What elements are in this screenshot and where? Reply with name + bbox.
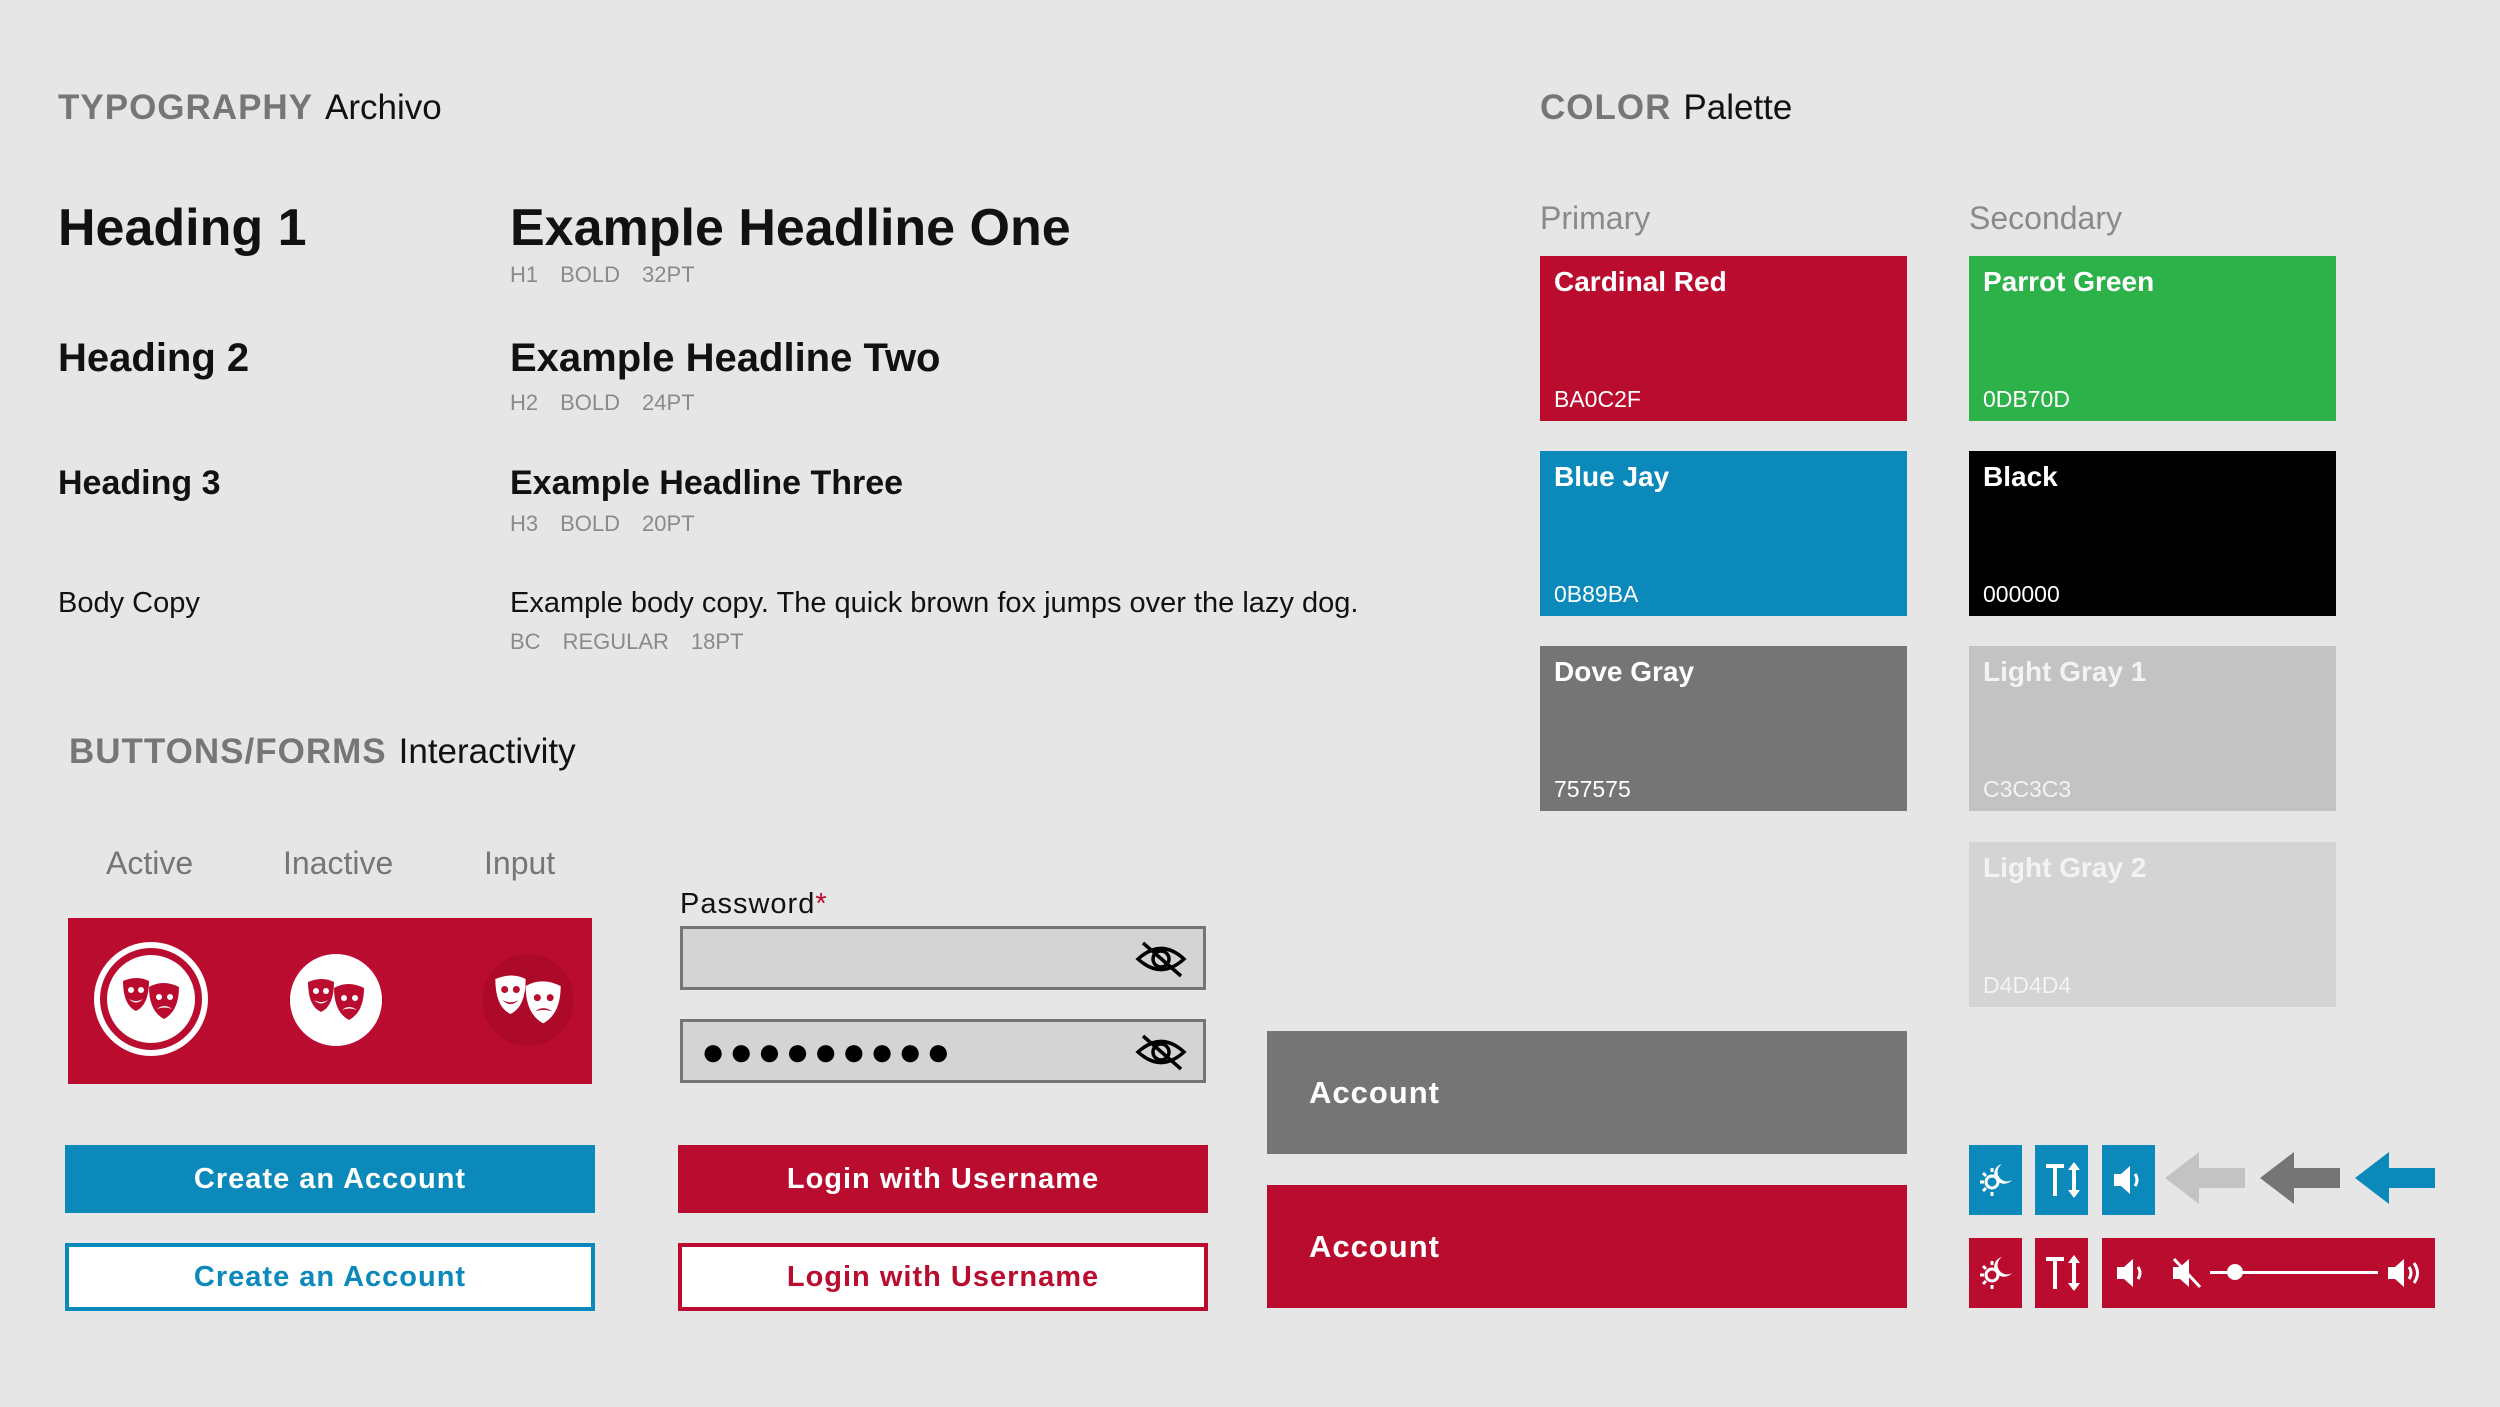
meta-size: 20PT [642, 511, 695, 536]
password-field-empty[interactable] [680, 926, 1206, 990]
mute-icon[interactable] [2166, 1251, 2210, 1295]
swatch-parrot-green: Parrot Green 0DB70D [1969, 256, 2336, 421]
account-button-gray[interactable]: Account [1267, 1031, 1907, 1154]
secondary-heading: Secondary [1969, 200, 2122, 236]
meta-tag: H3 [510, 511, 539, 536]
heading-2-label: Heading 2 [58, 336, 250, 380]
state-label-input: Input [484, 845, 556, 881]
section-value: Interactivity [398, 732, 576, 771]
create-account-outline-button[interactable]: Create an Account [65, 1243, 595, 1311]
swatch-light-gray-1: Light Gray 1 C3C3C3 [1969, 646, 2336, 811]
swatch-hex: 757575 [1554, 776, 1631, 802]
example-body-copy: Example body copy. The quick brown fox j… [510, 587, 1359, 619]
swatch-cardinal-red: Cardinal Red BA0C2F [1540, 256, 1907, 421]
arrow-left-dark-icon[interactable] [2258, 1148, 2341, 1208]
state-label-inactive: Inactive [283, 845, 394, 881]
typography-section-title: TYPOGRAPHY Archivo [58, 88, 442, 128]
section-key: COLOR [1540, 88, 1672, 127]
swatch-name: Blue Jay [1554, 461, 1670, 492]
meta-tag: BC [510, 629, 541, 654]
volume-slider-knob[interactable] [2227, 1264, 2244, 1280]
eye-slash-icon[interactable] [1135, 940, 1187, 978]
theater-masks-icon [308, 979, 364, 1020]
account-button-red[interactable]: Account [1267, 1185, 1907, 1308]
theater-button-inactive[interactable] [290, 954, 382, 1046]
example-headline-two: Example Headline Two [510, 336, 941, 380]
arrow-left-light-icon[interactable] [2163, 1148, 2246, 1208]
login-username-outline-button[interactable]: Login with Username [678, 1243, 1208, 1311]
primary-heading: Primary [1540, 200, 1651, 236]
swatch-hex: 0B89BA [1554, 581, 1639, 607]
password-label: Password* [680, 888, 828, 921]
theme-toggle-icon[interactable] [1969, 1145, 2022, 1215]
password-label-text: Password [680, 888, 816, 920]
meta-size: 32PT [642, 262, 695, 287]
meta-tag: H1 [510, 262, 539, 287]
theater-masks-icon [495, 975, 561, 1024]
heading-1-label: Heading 1 [58, 199, 307, 257]
eye-slash-icon[interactable] [1135, 1033, 1187, 1071]
section-key: TYPOGRAPHY [58, 88, 314, 127]
swatch-name: Light Gray 1 [1983, 656, 2147, 687]
swatch-hex: D4D4D4 [1983, 972, 2072, 998]
theme-toggle-icon[interactable] [1969, 1238, 2022, 1308]
heading-1-meta: H1 BOLD 32PT [510, 262, 717, 288]
password-value: ●●●●●●●●● [701, 1030, 955, 1074]
swatch-name: Light Gray 2 [1983, 852, 2147, 883]
heading-2-meta: H2 BOLD 24PT [510, 390, 717, 416]
login-username-button[interactable]: Login with Username [678, 1145, 1208, 1213]
section-key: BUTTONS/FORMS [69, 732, 387, 771]
volume-control [2102, 1238, 2435, 1308]
example-headline-three: Example Headline Three [510, 464, 904, 502]
meta-weight: REGULAR [562, 629, 669, 654]
text-size-icon[interactable] [2035, 1238, 2088, 1308]
required-mark: * [815, 888, 828, 920]
swatch-hex: 000000 [1983, 581, 2060, 607]
meta-tag: H2 [510, 390, 539, 415]
swatch-blue-jay: Blue Jay 0B89BA [1540, 451, 1907, 616]
theater-button-panel [68, 918, 592, 1084]
swatch-name: Cardinal Red [1554, 266, 1727, 297]
buttons-forms-section-title: BUTTONS/FORMS Interactivity [69, 732, 576, 772]
state-label-active: Active [106, 845, 194, 881]
swatch-hex: C3C3C3 [1983, 776, 2072, 802]
swatch-name: Dove Gray [1554, 656, 1695, 687]
color-section-title: COLOR Palette [1540, 88, 1792, 128]
swatch-dove-gray: Dove Gray 757575 [1540, 646, 1907, 811]
text-size-icon[interactable] [2035, 1145, 2088, 1215]
theater-button-input[interactable] [482, 954, 574, 1046]
theater-button-active[interactable] [94, 942, 208, 1056]
section-value: Palette [1683, 88, 1793, 127]
swatch-hex: BA0C2F [1554, 386, 1641, 412]
swatch-name: Parrot Green [1983, 266, 2155, 297]
create-account-button[interactable]: Create an Account [65, 1145, 595, 1213]
speaker-icon[interactable] [2110, 1251, 2154, 1295]
body-copy-label: Body Copy [58, 587, 200, 619]
heading-3-label: Heading 3 [58, 464, 221, 502]
theater-masks-icon [107, 955, 195, 1043]
meta-size: 24PT [642, 390, 695, 415]
example-headline-one: Example Headline One [510, 199, 1071, 257]
meta-weight: BOLD [560, 262, 621, 287]
section-value: Archivo [325, 88, 442, 127]
password-field-filled[interactable]: ●●●●●●●●● [680, 1019, 1206, 1083]
body-copy-meta: BC REGULAR 18PT [510, 629, 766, 655]
meta-weight: BOLD [560, 390, 621, 415]
meta-size: 18PT [690, 629, 744, 654]
swatch-name: Black [1983, 461, 2058, 492]
swatch-black: Black 000000 [1969, 451, 2336, 616]
swatch-light-gray-2: Light Gray 2 D4D4D4 [1969, 842, 2336, 1007]
meta-weight: BOLD [560, 511, 621, 536]
arrow-left-blue-icon[interactable] [2353, 1148, 2436, 1208]
heading-3-meta: H3 BOLD 20PT [510, 511, 717, 537]
swatch-hex: 0DB70D [1983, 386, 2070, 412]
speaker-icon[interactable] [2102, 1145, 2155, 1215]
volume-slider[interactable] [2210, 1264, 2378, 1280]
volume-up-icon[interactable] [2382, 1251, 2430, 1295]
